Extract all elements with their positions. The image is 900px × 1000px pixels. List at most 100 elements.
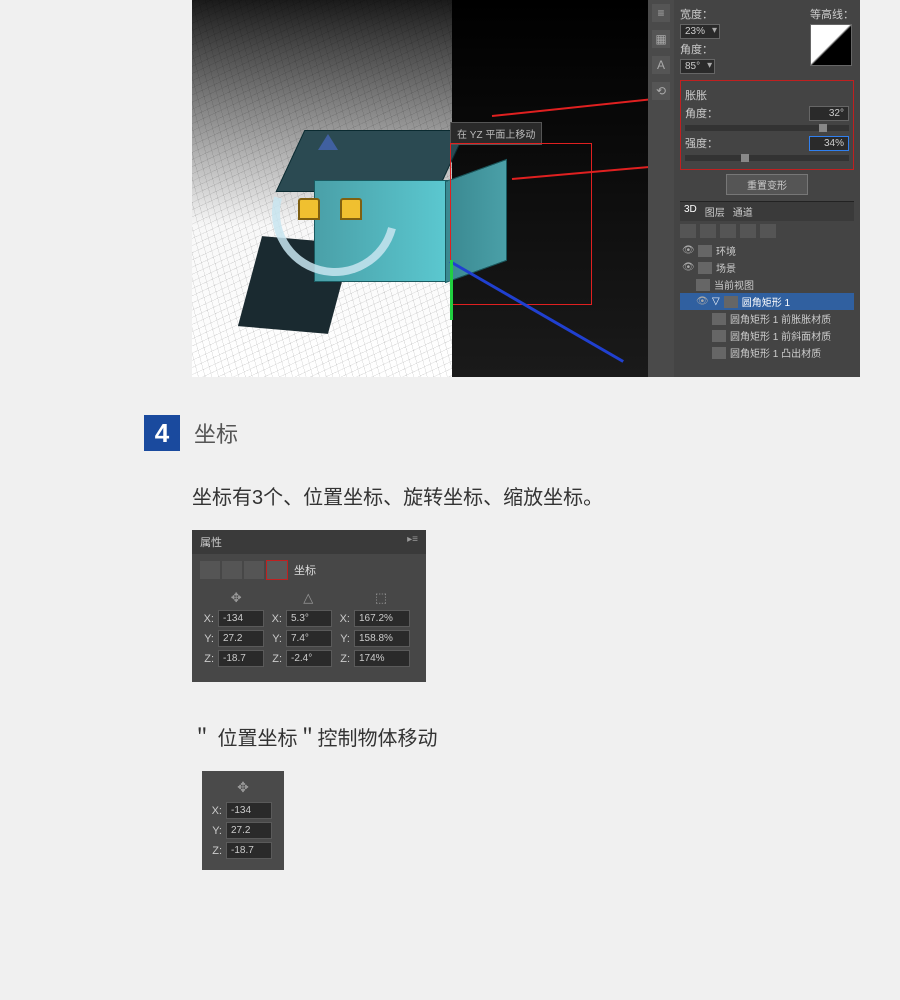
tab-icon[interactable] xyxy=(244,561,264,579)
tree-row-selected[interactable]: 👁▽圆角矩形 1 xyxy=(680,293,854,310)
tree-row[interactable]: 圆角矩形 1 凸出材质 xyxy=(680,344,854,361)
strength-label: 强度： xyxy=(685,135,718,151)
tool-column: ≡ ▦ A ⟲ xyxy=(648,0,674,377)
pos-z-input[interactable]: -18.7 xyxy=(226,842,272,859)
tab-row: 坐标 xyxy=(192,554,426,586)
filter-icon[interactable] xyxy=(760,224,776,238)
scale-x-input[interactable]: 167.2% xyxy=(354,610,410,627)
filter-icon[interactable] xyxy=(740,224,756,238)
tool-icon[interactable]: A xyxy=(652,56,670,74)
axis-label: Y: xyxy=(336,633,350,645)
axis-label: Y: xyxy=(208,825,222,837)
3d-viewport: 在 YZ 平面上移动 xyxy=(192,0,648,377)
coordinates-grid: ✥ △ ⬚ X:-134 X:5.3° X:167.2% Y:27.2 Y:7.… xyxy=(192,586,426,674)
angle2-value[interactable]: 32° xyxy=(809,106,849,121)
pos-z-input[interactable]: -18.7 xyxy=(218,650,264,667)
axis-label: X: xyxy=(208,805,222,817)
coord-row: Y:27.2 Y:7.4° Y:158.8% xyxy=(200,630,418,647)
angle-label: 角度： xyxy=(680,41,713,57)
move-icon: ✥ xyxy=(231,590,242,606)
panel-menu-icon[interactable]: ▸≡ xyxy=(407,534,418,550)
intro-text: 坐标有3个、位置坐标、旋转坐标、缩放坐标。 xyxy=(192,481,900,510)
tab-layers[interactable]: 图层 xyxy=(705,204,725,219)
coord-row: Z:-18.7 Z:-2.4° Z:174% xyxy=(200,650,418,667)
visibility-icon[interactable]: 👁 xyxy=(682,245,694,257)
tree-row[interactable]: 圆角矩形 1 前胀胀材质 xyxy=(680,310,854,327)
axis-label: X: xyxy=(268,613,282,625)
tree-row[interactable]: 当前视图 xyxy=(680,276,854,293)
tab-channels[interactable]: 通道 xyxy=(733,204,753,219)
scale-z-input[interactable]: 174% xyxy=(354,650,410,667)
material-icon xyxy=(712,347,726,359)
pos-y-input[interactable]: 27.2 xyxy=(218,630,264,647)
rot-z-input[interactable]: -2.4° xyxy=(286,650,332,667)
tree-row[interactable]: 👁场景 xyxy=(680,259,854,276)
filter-row xyxy=(680,224,854,238)
section-title: 坐标 xyxy=(194,417,238,449)
light-icon[interactable] xyxy=(298,198,320,220)
visibility-icon[interactable]: 👁 xyxy=(682,262,694,274)
rot-x-input[interactable]: 5.3° xyxy=(286,610,332,627)
y-axis[interactable] xyxy=(450,260,453,320)
tab-icon-coords[interactable] xyxy=(266,560,288,580)
contour-label: 等高线： xyxy=(810,6,854,22)
tree-row[interactable]: 👁环境 xyxy=(680,242,854,259)
caption-text: ＂ 位置坐标＂控制物体移动 xyxy=(192,722,900,751)
pos-y-input[interactable]: 27.2 xyxy=(226,822,272,839)
pos-x-input[interactable]: -134 xyxy=(226,802,272,819)
tab-label: 坐标 xyxy=(294,562,316,578)
filter-icon[interactable] xyxy=(680,224,696,238)
scale-y-input[interactable]: 158.8% xyxy=(354,630,410,647)
scale-icon: ⬚ xyxy=(375,590,387,606)
reset-button[interactable]: 重置变形 xyxy=(726,174,808,195)
angle2-slider[interactable] xyxy=(685,125,849,131)
panel-tabs: 3D 图层 通道 xyxy=(680,201,854,221)
strength-value[interactable]: 34% xyxy=(809,136,849,151)
panel-header: 属性 ▸≡ xyxy=(192,530,426,554)
tab-icon[interactable] xyxy=(200,561,220,579)
axis-label: Z: xyxy=(268,653,282,665)
material-icon xyxy=(712,330,726,342)
contour-swatch[interactable] xyxy=(810,24,852,66)
visibility-icon[interactable]: 👁 xyxy=(696,296,708,308)
coord-row: Y: 27.2 xyxy=(208,822,278,839)
strength-slider[interactable] xyxy=(685,155,849,161)
tab-3d[interactable]: 3D xyxy=(684,204,697,219)
cube-object[interactable] xyxy=(250,140,460,270)
pos-x-input[interactable]: -134 xyxy=(218,610,264,627)
selection-outline xyxy=(450,143,592,305)
shape-icon xyxy=(724,296,738,308)
scene-icon xyxy=(698,262,712,274)
tool-icon[interactable]: ⟲ xyxy=(652,82,670,100)
width-dropdown[interactable]: 23% xyxy=(680,24,720,39)
filter-icon[interactable] xyxy=(720,224,736,238)
coord-row: Z: -18.7 xyxy=(208,842,278,859)
rot-y-input[interactable]: 7.4° xyxy=(286,630,332,647)
right-panel: ≡ ▦ A ⟲ 宽度： 23% 角度： 85° 等高线： xyxy=(648,0,860,377)
move-icon: ✥ xyxy=(208,779,278,796)
position-panel: ✥ X: -134 Y: 27.2 Z: -18.7 xyxy=(202,771,284,870)
tool-icon[interactable]: ≡ xyxy=(652,4,670,22)
angle-dropdown[interactable]: 85° xyxy=(680,59,715,74)
highlighted-section: 胀胀 角度：32° 强度：34% xyxy=(680,80,854,170)
tree-row[interactable]: 圆角矩形 1 前斜面材质 xyxy=(680,327,854,344)
axis-label: X: xyxy=(200,613,214,625)
filter-icon[interactable] xyxy=(700,224,716,238)
tab-icon[interactable] xyxy=(222,561,242,579)
axis-label: Z: xyxy=(336,653,350,665)
coord-row: X: -134 xyxy=(208,802,278,819)
panel-title: 属性 xyxy=(200,534,222,550)
env-icon xyxy=(698,245,712,257)
coord-row: X:-134 X:5.3° X:167.2% xyxy=(200,610,418,627)
tool-icon[interactable]: ▦ xyxy=(652,30,670,48)
axis-label: Z: xyxy=(208,845,222,857)
axis-label: Y: xyxy=(200,633,214,645)
angle2-label: 角度： xyxy=(685,105,718,121)
light-icon[interactable] xyxy=(340,198,362,220)
material-icon xyxy=(712,313,726,325)
axis-handle[interactable] xyxy=(318,134,338,150)
top-screenshot: 在 YZ 平面上移动 ≡ ▦ A ⟲ 宽度： 23% 角度： 85 xyxy=(192,0,860,377)
width-label: 宽度： xyxy=(680,6,713,22)
viewport-tooltip: 在 YZ 平面上移动 xyxy=(450,122,542,145)
scene-tree: 👁环境 👁场景 当前视图 👁▽圆角矩形 1 圆角矩形 1 前胀胀材质 圆角矩形 … xyxy=(680,242,854,361)
